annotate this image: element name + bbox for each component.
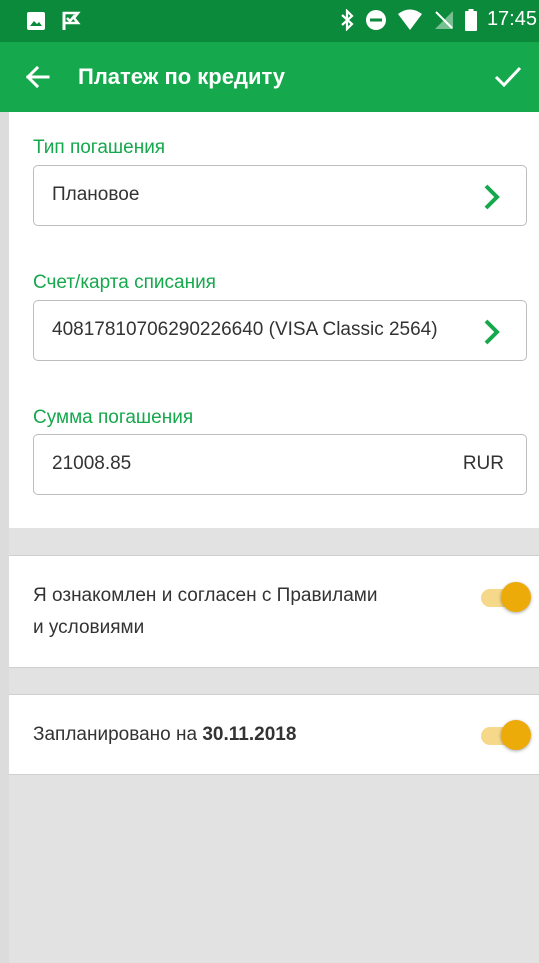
scheduled-row: Запланировано на 30.11.2018 bbox=[9, 694, 539, 775]
scheduled-toggle[interactable] bbox=[477, 717, 531, 753]
currency-label: RUR bbox=[462, 453, 504, 474]
scheduled-date: 30.11.2018 bbox=[202, 724, 297, 745]
wifi-icon bbox=[397, 9, 422, 30]
agreement-row: Я ознакомлен и согласен с Правилами и ус… bbox=[9, 555, 539, 668]
status-time: 17:45 bbox=[486, 8, 537, 30]
confirm-button[interactable] bbox=[491, 60, 525, 94]
no-sim-icon bbox=[434, 10, 453, 29]
agreement-line-1: Я ознакомлен и согласен с Правилами bbox=[33, 585, 378, 606]
repayment-amount-label: Сумма погашения bbox=[33, 407, 194, 428]
check-flag-icon bbox=[62, 11, 81, 30]
repayment-type-value: Плановое bbox=[52, 184, 140, 205]
agreement-text: Я ознакомлен и согласен с Правилами и ус… bbox=[33, 580, 378, 644]
app-bar: Платеж по кредиту bbox=[0, 42, 539, 112]
left-edge bbox=[0, 112, 9, 963]
check-icon bbox=[494, 66, 522, 88]
debit-account-value: 40817810706290226640 (VISA Classic 2564) bbox=[52, 319, 438, 340]
do-not-disturb-icon bbox=[365, 9, 386, 30]
scheduled-prefix: Запланировано на bbox=[33, 724, 203, 745]
payment-form: Тип погашения Плановое Счет/карта списан… bbox=[9, 112, 539, 528]
repayment-type-select[interactable]: Плановое bbox=[33, 165, 527, 226]
page-title: Платеж по кредиту bbox=[78, 64, 286, 89]
image-icon bbox=[27, 12, 45, 30]
chevron-right-icon bbox=[484, 184, 500, 210]
battery-icon bbox=[464, 8, 477, 31]
chevron-right-icon bbox=[484, 319, 500, 345]
toggle-thumb bbox=[501, 720, 531, 750]
repayment-amount-value: 21008.85 bbox=[52, 453, 132, 474]
repayment-amount-input[interactable]: 21008.85 RUR bbox=[33, 434, 527, 495]
status-bar: 17:45 bbox=[0, 0, 539, 42]
screen: 17:45 Платеж по кредиту Тип погашения Пл… bbox=[0, 0, 539, 963]
debit-account-select[interactable]: 40817810706290226640 (VISA Classic 2564) bbox=[33, 300, 527, 361]
arrow-left-icon bbox=[25, 65, 50, 89]
back-button[interactable] bbox=[22, 61, 54, 93]
agreement-line-2: и условиями bbox=[33, 617, 145, 638]
agreement-toggle[interactable] bbox=[477, 579, 531, 615]
scheduled-text: Запланировано на 30.11.2018 bbox=[33, 719, 296, 751]
bluetooth-icon bbox=[341, 8, 354, 31]
repayment-type-label: Тип погашения bbox=[33, 137, 166, 158]
toggle-thumb bbox=[501, 582, 531, 612]
debit-account-label: Счет/карта списания bbox=[33, 272, 216, 293]
